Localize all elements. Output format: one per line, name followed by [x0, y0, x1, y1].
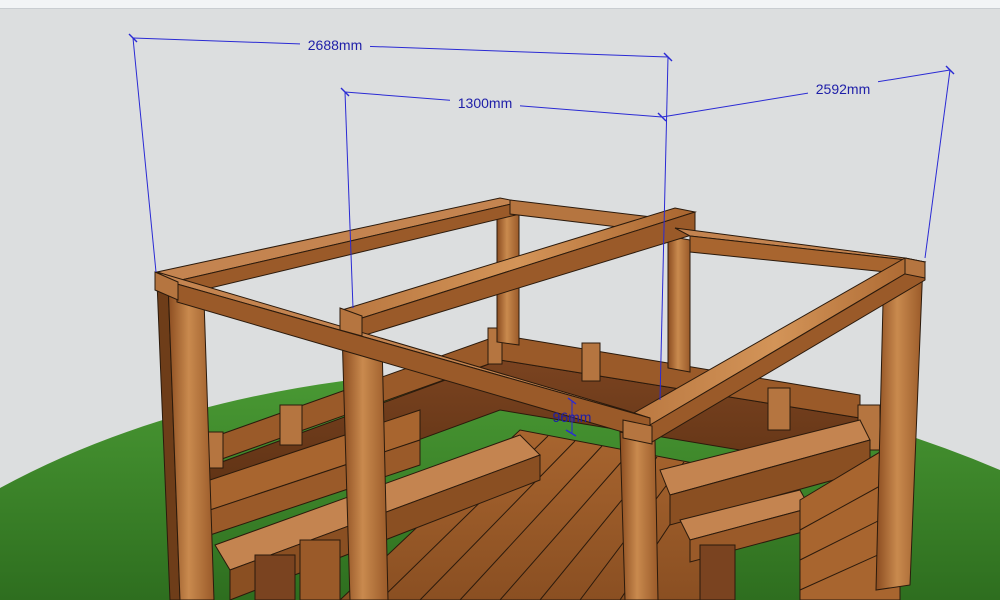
post-back-middle: [667, 235, 691, 373]
post-front-middle: [341, 329, 389, 600]
dim-label-1300: 1300mm: [458, 95, 512, 111]
dim-label-96: 96mm: [553, 409, 592, 425]
post-front-corner: [619, 431, 659, 600]
scene-canvas[interactable]: 2688mm 1300mm 2592mm 96mm: [0, 0, 1000, 600]
dim-label-2688: 2688mm: [308, 37, 362, 53]
model-viewport[interactable]: 2688mm 1300mm 2592mm 96mm: [0, 0, 1000, 600]
dim-label-2592: 2592mm: [816, 81, 870, 97]
